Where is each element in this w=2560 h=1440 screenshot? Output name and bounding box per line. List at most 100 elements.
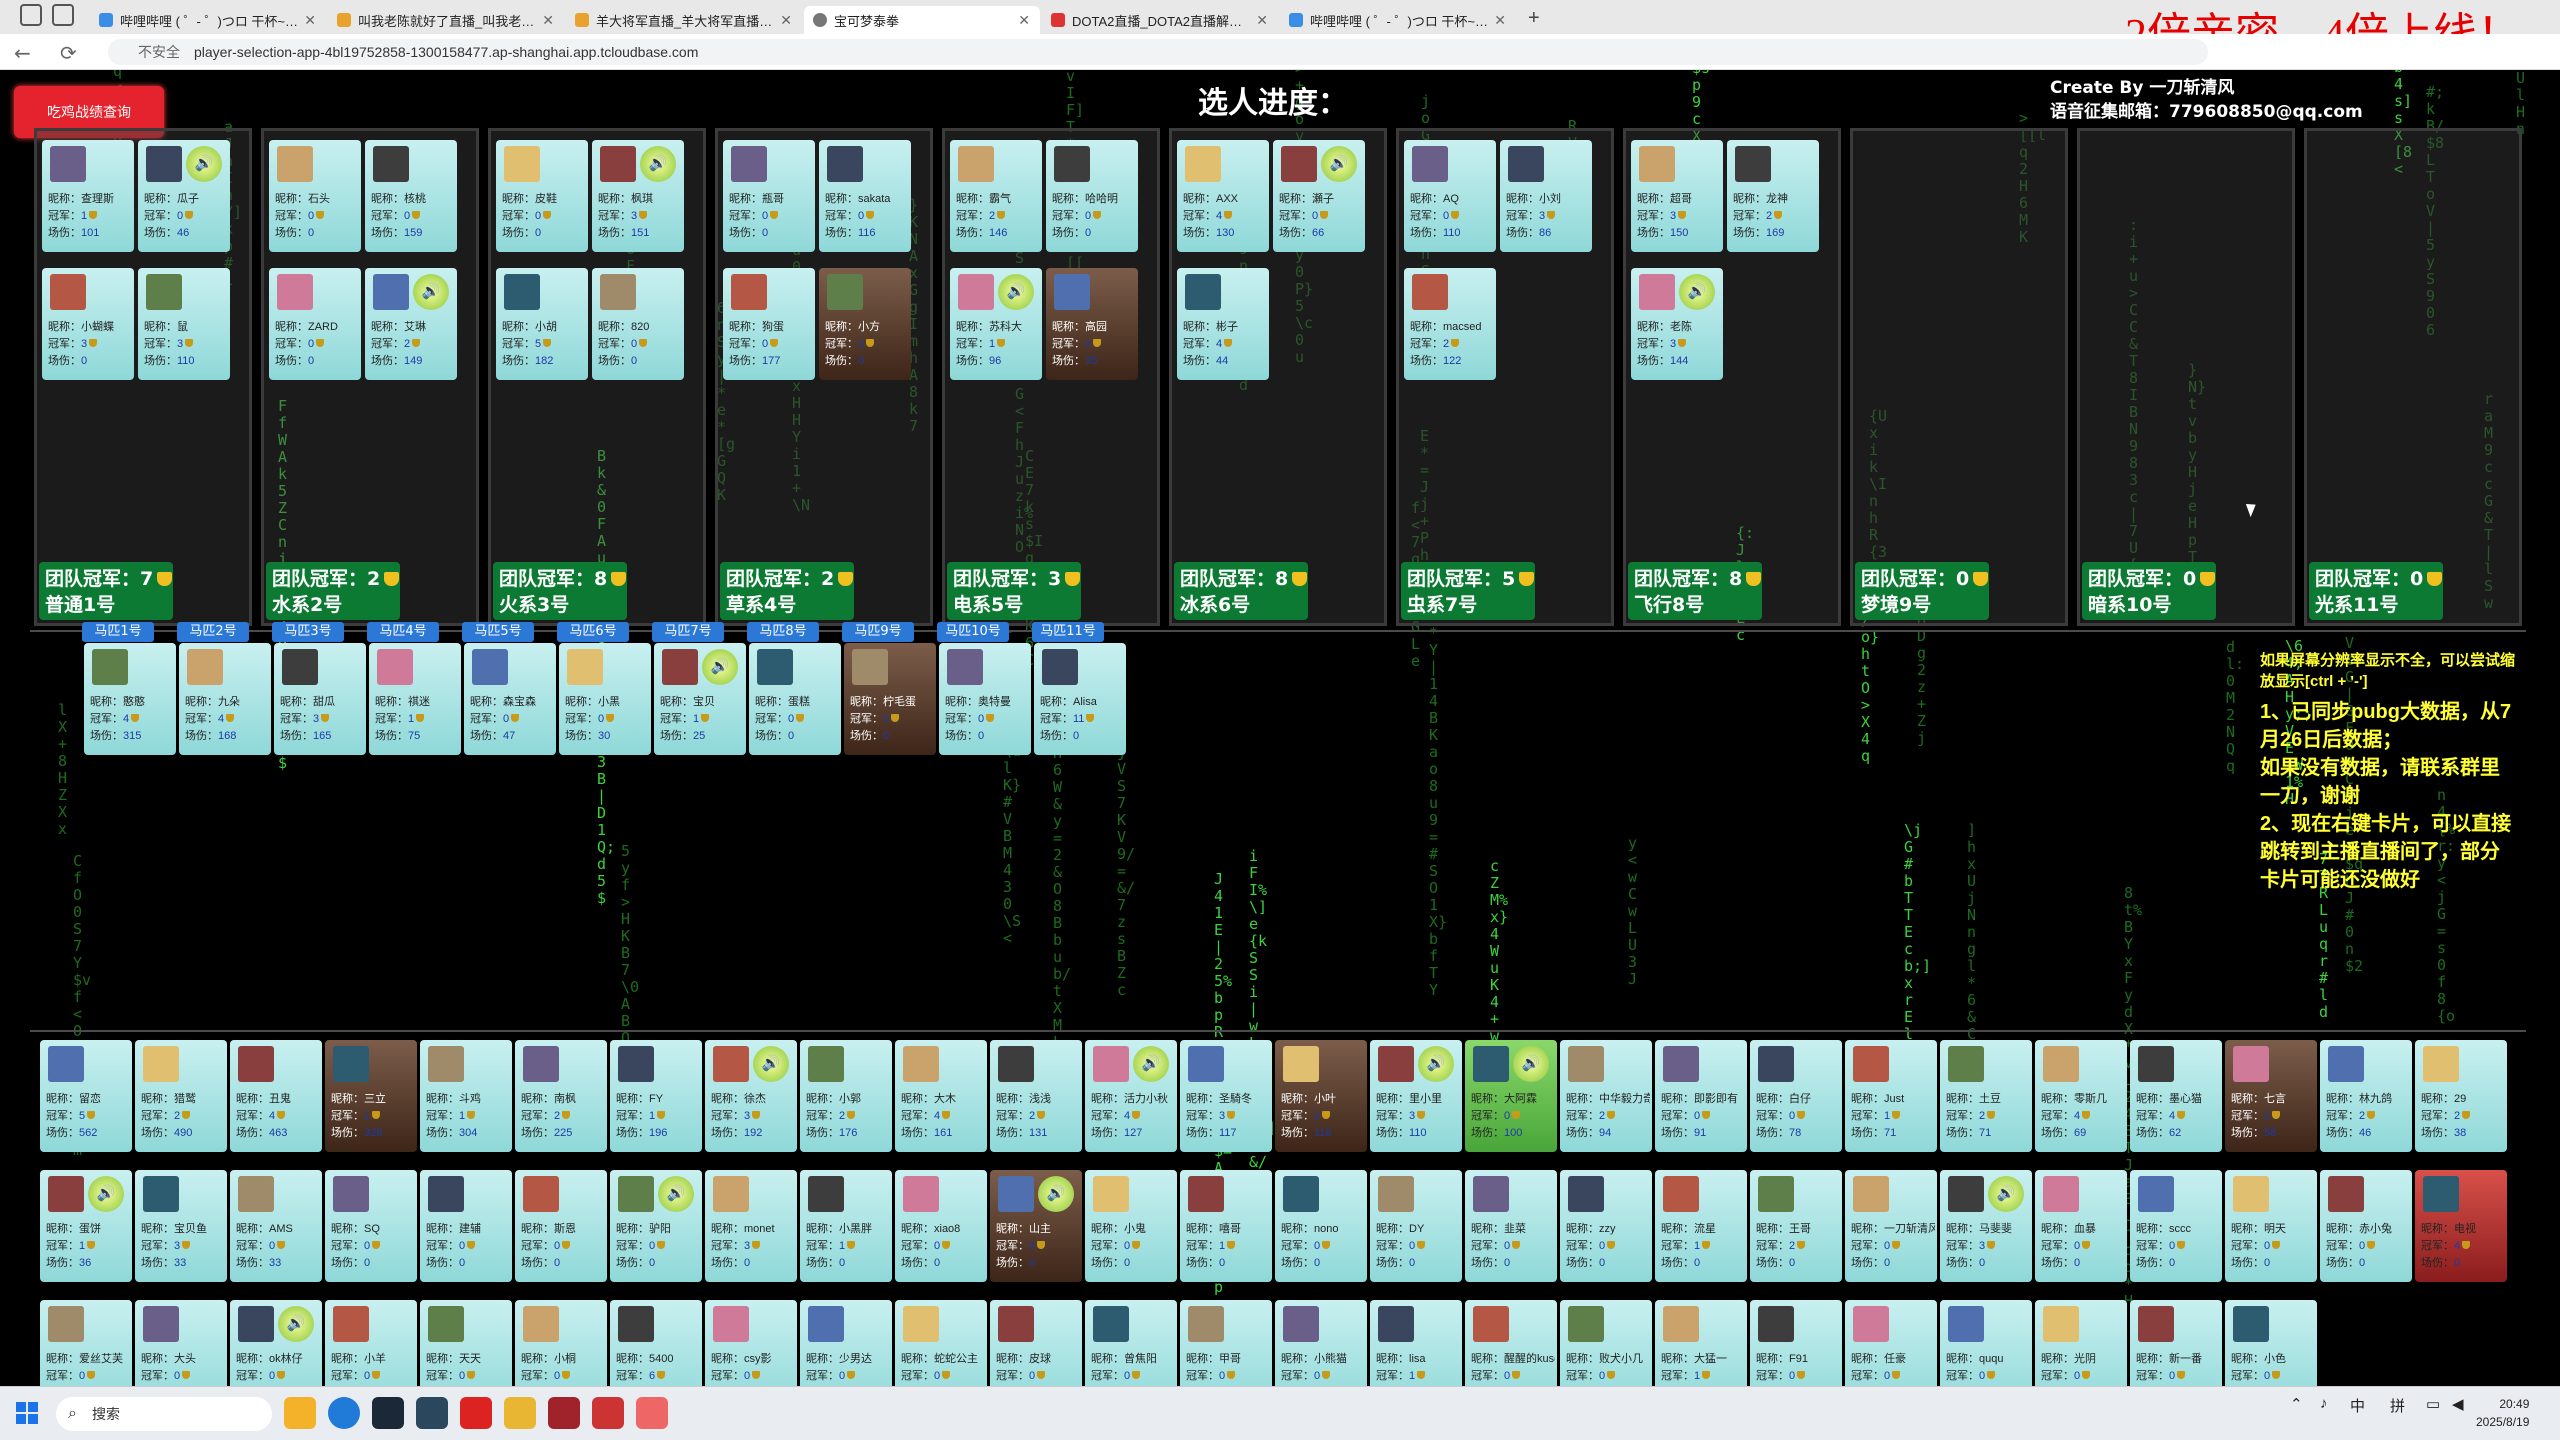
player-card[interactable]: 🔊 昵称：宝贝 冠军：1 场伤：25 [654, 643, 746, 755]
browser-tab[interactable]: 哔哩哔哩 ( ゜- ゜)つロ 干杯~-bilib ✕ [90, 6, 326, 34]
player-card[interactable]: 昵称：建辅 冠军：0 场伤：0 [420, 1170, 512, 1282]
player-card[interactable]: 昵称：龙神 冠军：2 场伤：169 [1727, 140, 1819, 252]
player-card[interactable]: 昵称：小鬼 冠军：0 场伤：0 [1085, 1170, 1177, 1282]
player-card[interactable]: 昵称：小叶 冠军：2 场伤：116 [1275, 1040, 1367, 1152]
app-icon[interactable] [460, 1397, 492, 1429]
player-card[interactable]: 昵称：甲哥冠军：0场伤：0 [1180, 1300, 1272, 1386]
player-card[interactable]: 🔊 昵称：枫琪 冠军：3 场伤：151 [592, 140, 684, 252]
player-card[interactable]: 🔊 昵称：大阿霖 冠军：0 场伤：100 [1465, 1040, 1557, 1152]
player-card[interactable]: 昵称：Just 冠军：1 场伤：71 [1845, 1040, 1937, 1152]
browser-tab[interactable]: 哔哩哔哩 ( ゜- ゜)つロ 干杯~-bilib ✕ [1280, 6, 1516, 34]
player-card[interactable]: 🔊 昵称：驴阳 冠军：0 场伤：0 [610, 1170, 702, 1282]
player-card[interactable]: 昵称：查理斯 冠军：1 场伤：101 [42, 140, 134, 252]
speaker-icon[interactable]: 🔊 [753, 1046, 789, 1082]
reload-icon[interactable]: ⟳ [60, 41, 77, 65]
ime-mode[interactable]: 拼 [2390, 1395, 2405, 1416]
player-card[interactable]: 昵称：F91冠军：0场伤：0 [1750, 1300, 1842, 1386]
player-card[interactable]: 🔊 昵称：瀬子 冠军：0 场伤：66 [1273, 140, 1365, 252]
speaker-icon[interactable]: 🔊 [1988, 1176, 2024, 1212]
player-card[interactable]: 昵称：白仔 冠军：0 场伤：78 [1750, 1040, 1842, 1152]
speaker-icon[interactable]: 🔊 [998, 274, 1034, 310]
player-card[interactable]: 昵称：留恋 冠军：5 场伤：562 [40, 1040, 132, 1152]
player-card[interactable]: 昵称：狗蛋 冠军：0 场伤：177 [723, 268, 815, 380]
clock[interactable]: 20:49 2025/8/19 [2476, 1395, 2529, 1431]
player-card[interactable]: 🔊 昵称：老陈 冠军：3 场伤：144 [1631, 268, 1723, 380]
speaker-icon[interactable]: 🔊 [1038, 1176, 1074, 1212]
player-card[interactable]: 昵称：小色冠军：0场伤：0 [2225, 1300, 2317, 1386]
tab-close-icon[interactable]: ✕ [1256, 12, 1268, 29]
player-card[interactable]: 昵称：小蝴蝶 冠军：3 场伤：0 [42, 268, 134, 380]
player-card[interactable]: 昵称：三立 冠军：1 场伤：328 [325, 1040, 417, 1152]
player-card[interactable]: 昵称：高园 冠军：0 场伤：35 [1046, 268, 1138, 380]
player-card[interactable]: 昵称：土豆 冠军：2 场伤：71 [1940, 1040, 2032, 1152]
player-card[interactable]: 昵称：新一番冠军：0场伤：0 [2130, 1300, 2222, 1386]
player-card[interactable]: 昵称：宝贝鱼 冠军：3 场伤：33 [135, 1170, 227, 1282]
player-card[interactable]: 昵称：瓶哥 冠军：0 场伤：0 [723, 140, 815, 252]
player-card[interactable]: 🔊 昵称：活力小秋 冠军：4 场伤：127 [1085, 1040, 1177, 1152]
player-card[interactable]: 昵称：皮球冠军：0场伤：0 [990, 1300, 1082, 1386]
player-card[interactable]: 昵称：Alisa 冠军：11 场伤：0 [1034, 643, 1126, 755]
speaker-icon[interactable]: 🔊 [658, 1176, 694, 1212]
network-icon[interactable]: ▭ [2426, 1395, 2440, 1413]
player-card[interactable]: 昵称：嘻哥 冠军：1 场伤：0 [1180, 1170, 1272, 1282]
player-card[interactable]: 昵称：霸气 冠军：2 场伤：146 [950, 140, 1042, 252]
player-card[interactable]: 🔊昵称：ok林仔冠军：0场伤：0 [230, 1300, 322, 1386]
player-card[interactable]: 昵称：零斯几 冠军：4 场伤：69 [2035, 1040, 2127, 1152]
speaker-icon[interactable]: 🔊 [413, 274, 449, 310]
player-card[interactable]: 昵称：大头冠军：0场伤：0 [135, 1300, 227, 1386]
tab-close-icon[interactable]: ✕ [1494, 12, 1506, 29]
player-card[interactable]: 🔊 昵称：蛋饼 冠军：1 场伤：36 [40, 1170, 132, 1282]
player-card[interactable]: 昵称：AXX 冠军：4 场伤：130 [1177, 140, 1269, 252]
player-card[interactable]: 昵称：ququ冠军：0场伤：0 [1940, 1300, 2032, 1386]
back-icon[interactable]: ← [14, 41, 31, 65]
player-card[interactable]: 昵称：明天 冠军：0 场伤：0 [2225, 1170, 2317, 1282]
player-card[interactable]: 昵称：曾焦阳冠军：0场伤：0 [1085, 1300, 1177, 1386]
player-card[interactable]: 昵称：SQ 冠军：0 场伤：0 [325, 1170, 417, 1282]
player-card[interactable]: 昵称：小桐冠军：0场伤：0 [515, 1300, 607, 1386]
player-card[interactable]: 昵称：sccc 冠军：0 场伤：0 [2130, 1170, 2222, 1282]
speaker-icon[interactable]: 🔊 [186, 146, 222, 182]
player-card[interactable]: 昵称：天天冠军：0场伤：0 [420, 1300, 512, 1386]
player-card[interactable]: 昵称：浅浅 冠军：2 场伤：131 [990, 1040, 1082, 1152]
player-card[interactable]: 🔊 昵称：里小里 冠军：3 场伤：110 [1370, 1040, 1462, 1152]
player-card[interactable]: 昵称：柠毛蛋 冠军：0 场伤：0 [844, 643, 936, 755]
player-card[interactable]: 昵称：彬子 冠军：4 场伤：44 [1177, 268, 1269, 380]
player-card[interactable]: 昵称：甜瓜 冠军：3 场伤：165 [274, 643, 366, 755]
player-card[interactable]: 昵称：七言 冠军：2 场伤：58 [2225, 1040, 2317, 1152]
file-explorer-icon[interactable] [284, 1397, 316, 1429]
player-card[interactable]: 昵称：nono 冠军：0 场伤：0 [1275, 1170, 1367, 1282]
volume-icon[interactable]: ◀ [2452, 1395, 2464, 1413]
tab-close-icon[interactable]: ✕ [542, 12, 554, 29]
player-card[interactable]: 🔊 昵称：瓜子 冠军：0 场伤：46 [138, 140, 230, 252]
player-card[interactable]: 昵称：一刀斩清风 冠军：0 场伤：0 [1845, 1170, 1937, 1282]
player-card[interactable]: 昵称：圣騎冬 冠军：3 场伤：117 [1180, 1040, 1272, 1152]
player-card[interactable]: 昵称：小黑 冠军：0 场伤：30 [559, 643, 651, 755]
player-card[interactable]: 昵称：少男达冠军：0场伤：0 [800, 1300, 892, 1386]
player-card[interactable]: 昵称：赤小兔 冠军：0 场伤：0 [2320, 1170, 2412, 1282]
edge-icon[interactable] [328, 1397, 360, 1429]
player-card[interactable]: 昵称：憨憨 冠军：4 场伤：315 [84, 643, 176, 755]
player-card[interactable]: 昵称：森宝森 冠军：0 场伤：47 [464, 643, 556, 755]
speaker-icon[interactable]: 🔊 [702, 649, 738, 685]
player-card[interactable]: 🔊 昵称：艾琳 冠军：2 场伤：149 [365, 268, 457, 380]
player-card[interactable]: 昵称：猎鹫 冠军：2 场伤：490 [135, 1040, 227, 1152]
player-card[interactable]: 昵称：小胡 冠军：5 场伤：182 [496, 268, 588, 380]
player-card[interactable]: 昵称：南枫 冠军：2 场伤：225 [515, 1040, 607, 1152]
player-card[interactable]: 昵称：石头 冠军：0 场伤：0 [269, 140, 361, 252]
player-card[interactable]: 昵称：小黑胖 冠军：1 场伤：0 [800, 1170, 892, 1282]
player-card[interactable]: 昵称：820 冠军：0 场伤：0 [592, 268, 684, 380]
player-card[interactable]: 昵称：电视 冠军：4 场伤：0 [2415, 1170, 2507, 1282]
player-card[interactable]: 昵称：丑鬼 冠军：4 场伤：463 [230, 1040, 322, 1152]
tab-close-icon[interactable]: ✕ [780, 12, 792, 29]
player-card[interactable]: 昵称：AMS 冠军：0 场伤：33 [230, 1170, 322, 1282]
player-card[interactable]: 昵称：ZARD 冠军：0 场伤：0 [269, 268, 361, 380]
player-card[interactable]: 昵称：macsed 冠军：2 场伤：122 [1404, 268, 1496, 380]
player-card[interactable]: 昵称：小熊猫冠军：0场伤：0 [1275, 1300, 1367, 1386]
app-icon[interactable] [548, 1397, 580, 1429]
player-card[interactable]: 昵称：醒醒的kusoo冠军：0场伤：0 [1465, 1300, 1557, 1386]
app-icon[interactable] [372, 1397, 404, 1429]
player-card[interactable]: 昵称：祺迷 冠军：1 场伤：75 [369, 643, 461, 755]
new-tab-button[interactable]: + [1528, 7, 1540, 30]
player-card[interactable]: 昵称：皮鞋 冠军：0 场伤：0 [496, 140, 588, 252]
player-card[interactable]: 昵称：斗鸡 冠军：1 场伤：304 [420, 1040, 512, 1152]
